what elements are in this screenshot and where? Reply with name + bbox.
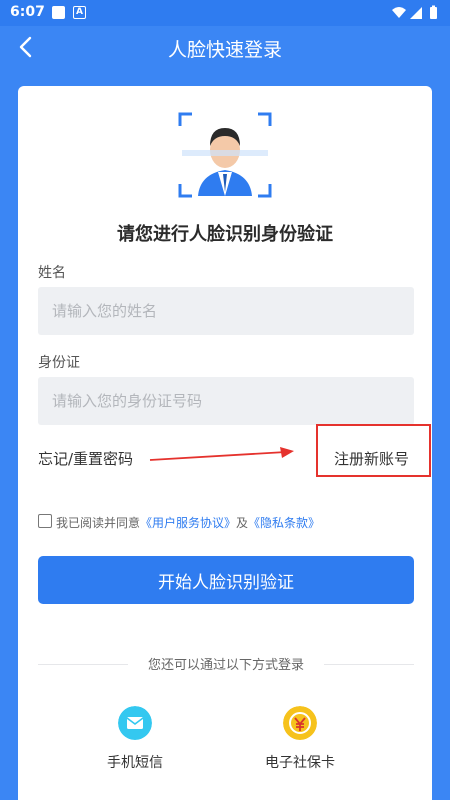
envelope-icon [118,706,152,740]
social-security-card-option[interactable]: 电子社保卡 [255,706,345,772]
status-bar: 6:07 A [0,0,450,26]
id-number-input[interactable] [38,377,414,425]
signal-icon [410,7,422,19]
agreement-and: 及 [236,516,249,530]
sms-login-option[interactable]: 手机短信 [90,706,180,772]
agreement-text: 我已阅读并同意《用户服务协议》及《隐私条款》 [56,514,320,531]
register-link[interactable]: 注册新账号 [334,448,409,469]
name-input[interactable] [38,287,414,335]
wifi-icon [392,7,406,18]
social-security-card-icon [283,706,317,740]
social-security-card-label: 电子社保卡 [265,755,335,771]
page-title: 人脸快速登录 [167,39,282,61]
start-face-verification-button[interactable]: 开始人脸识别验证 [38,556,414,604]
annotation-arrow-icon [149,447,294,461]
sms-login-label: 手机短信 [107,755,163,771]
notification-square-icon [52,6,65,19]
forgot-password-link[interactable]: 忘记/重置密码 [38,448,133,469]
agreement-prefix: 我已阅读并同意 [56,516,141,530]
face-scan-icon [178,112,272,198]
privacy-link[interactable]: 《隐私条款》 [248,516,320,530]
verification-heading: 请您进行人脸识别身份验证 [117,224,333,245]
name-label: 姓名 [38,265,66,281]
login-card: 请您进行人脸识别身份验证 姓名 身份证 忘记/重置密码 注册新账号 我已阅读并同… [18,86,432,800]
agreement-checkbox[interactable] [38,514,52,528]
title-bar: 人脸快速登录 [0,26,450,68]
status-icons [392,5,437,19]
user-agreement-link[interactable]: 《用户服务协议》 [140,516,236,530]
id-label: 身份证 [38,355,80,371]
a-badge-icon: A [73,6,86,19]
battery-icon [430,7,437,19]
alt-login-divider-text: 您还可以通过以下方式登录 [128,654,324,673]
status-time: 6:07 [10,4,45,20]
